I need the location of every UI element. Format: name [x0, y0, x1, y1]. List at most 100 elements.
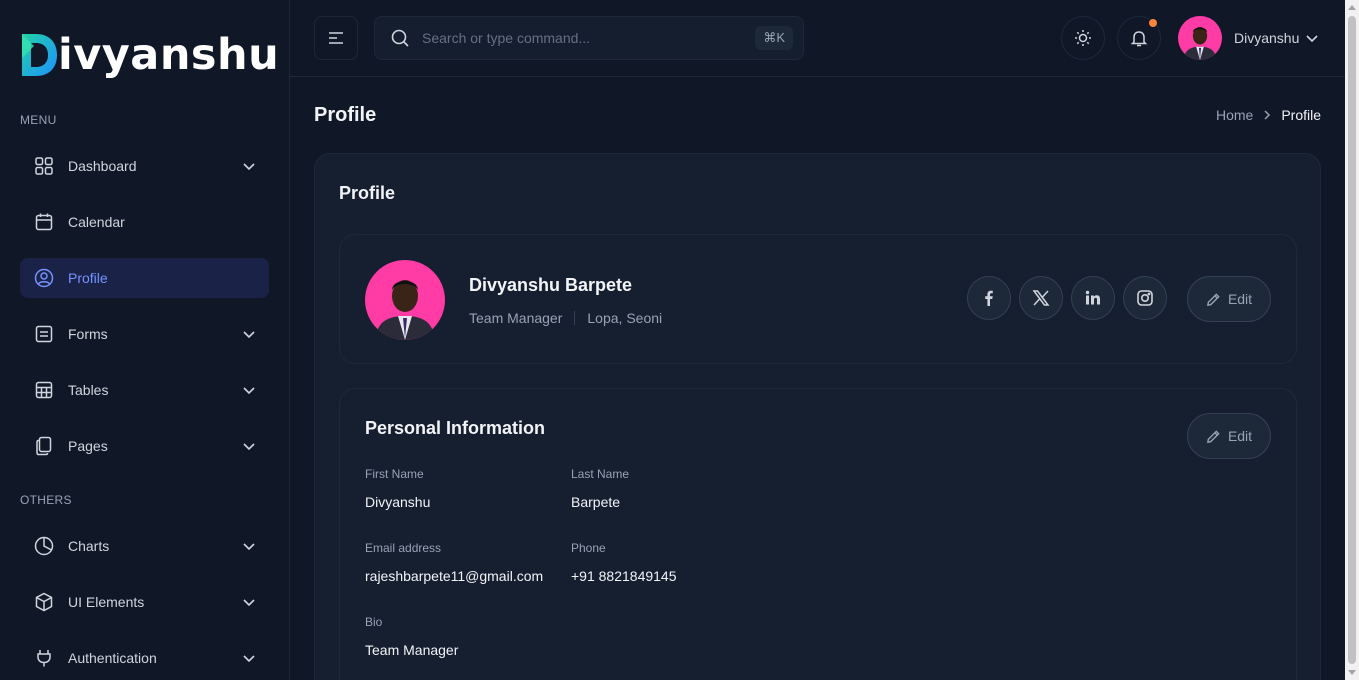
chevron-down-icon — [239, 324, 259, 344]
search-box[interactable]: ⌘K — [374, 16, 804, 60]
scroll-thumb[interactable] — [1348, 16, 1356, 664]
shortcut-badge: ⌘K — [755, 26, 793, 50]
profile-card: Profile Divyanshu Barpete Team Manager L… — [314, 153, 1321, 680]
chevron-down-icon — [1306, 35, 1318, 43]
others-group-label: OTHERS — [20, 493, 72, 507]
facebook-icon — [985, 290, 993, 306]
sidebar-item-calendar[interactable]: Calendar — [20, 202, 269, 242]
box-icon — [33, 591, 55, 613]
sidebar-item-label: Dashboard — [68, 158, 137, 174]
logo-mark-icon — [22, 34, 57, 76]
logo-text: ivyanshu — [58, 30, 280, 80]
sidebar-item-label: Authentication — [68, 650, 157, 666]
breadcrumb-current: Profile — [1281, 107, 1321, 123]
pages-icon — [33, 435, 55, 457]
sidebar-item-label: Calendar — [68, 214, 125, 230]
first-name-value: Divyanshu — [365, 494, 431, 510]
email-value: rajeshbarpete11@gmail.com — [365, 568, 544, 584]
top-header: ⌘K Divyanshu — [290, 0, 1345, 77]
chevron-down-icon — [239, 436, 259, 456]
search-icon — [391, 29, 409, 47]
phone-label: Phone — [571, 541, 606, 555]
edit-label: Edit — [1227, 291, 1253, 307]
last-name-value: Barpete — [571, 494, 621, 510]
notifications-button[interactable] — [1117, 16, 1161, 60]
sidebar-toggle-button[interactable] — [314, 16, 358, 60]
sidebar-item-label: Profile — [68, 270, 108, 286]
user-menu[interactable]: Divyanshu — [1178, 16, 1319, 60]
breadcrumb-home-link[interactable]: Home — [1216, 107, 1253, 123]
sidebar-item-profile[interactable]: Profile — [20, 258, 269, 298]
plug-icon — [33, 647, 55, 669]
sidebar-item-forms[interactable]: Forms — [20, 314, 269, 354]
chevron-down-icon — [239, 592, 259, 612]
sidebar-item-label: Pages — [68, 438, 108, 454]
social-links — [967, 276, 1175, 320]
sidebar-item-ui-elements[interactable]: UI Elements — [20, 582, 269, 622]
logo[interactable]: ivyanshu — [20, 30, 279, 80]
personal-info-title: Personal Information — [365, 418, 546, 438]
chevron-down-icon — [239, 648, 259, 668]
linkedin-icon — [1085, 290, 1100, 305]
sidebar-item-tables[interactable]: Tables — [20, 370, 269, 410]
user-circle-icon — [33, 267, 55, 289]
sun-icon — [1075, 30, 1091, 46]
edit-label: Edit — [1227, 428, 1253, 444]
profile-meta-card: Divyanshu Barpete Team Manager Lopa, Seo… — [339, 234, 1297, 364]
sidebar-item-dashboard[interactable]: Dashboard — [20, 146, 269, 186]
personal-info-card: Personal Information Edit First Name Div… — [339, 388, 1297, 680]
bell-icon — [1130, 31, 1148, 47]
sidebar-item-authentication[interactable]: Authentication — [20, 638, 269, 678]
sidebar-item-charts[interactable]: Charts — [20, 526, 269, 566]
edit-profile-button[interactable]: Edit — [1187, 276, 1271, 322]
chevron-down-icon — [239, 380, 259, 400]
breadcrumb: Home Profile — [1216, 107, 1321, 123]
avatar — [1178, 16, 1222, 60]
bio-value: Team Manager — [365, 642, 459, 658]
scroll-down-arrow-icon[interactable] — [1348, 670, 1356, 675]
grid-icon — [33, 155, 55, 177]
instagram-button[interactable] — [1123, 276, 1167, 320]
sidebar-item-label: Forms — [68, 326, 108, 342]
sidebar-item-label: Tables — [68, 382, 109, 398]
sidebar: ivyanshu MENU Dashboard Calendar Profile… — [0, 0, 290, 680]
facebook-button[interactable] — [967, 276, 1011, 320]
first-name-label: First Name — [365, 467, 424, 481]
page-title: Profile — [314, 104, 377, 126]
sidebar-item-label: Charts — [68, 538, 110, 554]
scroll-up-arrow-icon[interactable] — [1348, 5, 1356, 10]
sidebar-item-label: UI Elements — [68, 594, 145, 610]
linkedin-button[interactable] — [1071, 276, 1115, 320]
chevron-down-icon — [239, 536, 259, 556]
x-twitter-button[interactable] — [1019, 276, 1063, 320]
table-icon — [33, 379, 55, 401]
calendar-icon — [33, 211, 55, 233]
sidebar-item-pages[interactable]: Pages — [20, 426, 269, 466]
profile-avatar — [365, 260, 445, 340]
pencil-icon — [1206, 429, 1220, 443]
x-icon — [1032, 290, 1050, 306]
pie-chart-icon — [33, 535, 55, 557]
list-form-icon — [33, 323, 55, 345]
menu-icon — [329, 32, 343, 44]
page-scrollbar[interactable] — [1345, 0, 1359, 680]
search-input[interactable] — [422, 30, 742, 46]
chevron-right-icon — [1261, 109, 1273, 121]
chevron-down-icon — [239, 156, 259, 176]
email-label: Email address — [365, 541, 442, 555]
profile-location: Lopa, Seoni — [587, 310, 663, 326]
instagram-icon — [1137, 290, 1153, 306]
last-name-label: Last Name — [571, 467, 630, 481]
divider — [574, 311, 576, 325]
user-name: Divyanshu — [1234, 30, 1300, 46]
edit-personal-info-button[interactable]: Edit — [1187, 413, 1271, 459]
bio-label: Bio — [365, 615, 383, 629]
card-title: Profile — [339, 183, 396, 203]
profile-name: Divyanshu Barpete — [469, 275, 633, 295]
theme-toggle-button[interactable] — [1061, 16, 1105, 60]
menu-group-label: MENU — [20, 113, 57, 127]
profile-subtitle: Team Manager Lopa, Seoni — [469, 310, 662, 326]
profile-role: Team Manager — [469, 310, 563, 326]
phone-value: +91 8821849145 — [571, 568, 677, 584]
pencil-icon — [1206, 292, 1220, 306]
